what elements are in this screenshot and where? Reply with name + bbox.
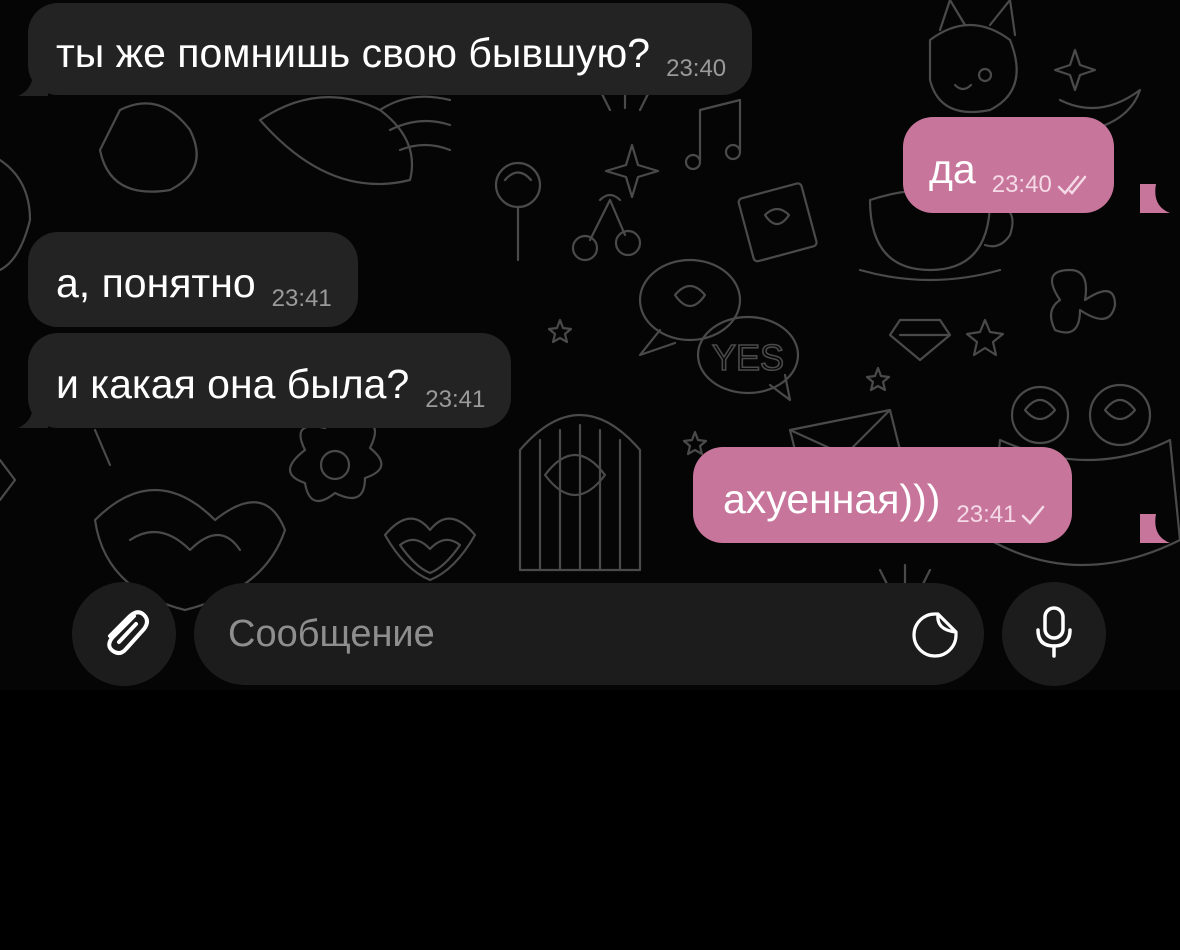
message-time: 23:40 bbox=[991, 171, 1052, 198]
bubble-tail bbox=[1140, 514, 1170, 543]
message-time: 23:41 bbox=[271, 285, 332, 312]
microphone-icon bbox=[1029, 602, 1079, 667]
double-check-icon bbox=[1056, 173, 1088, 197]
message-composer bbox=[0, 580, 1180, 690]
message-text: и какая она была? bbox=[56, 361, 410, 407]
microphone-button[interactable] bbox=[1002, 582, 1106, 686]
message-bubble-incoming[interactable]: а, понятно 23:41 bbox=[28, 232, 358, 327]
paperclip-icon bbox=[94, 602, 154, 667]
message-input[interactable] bbox=[226, 603, 880, 665]
message-text: ахуенная))) bbox=[723, 476, 941, 522]
message-text: да bbox=[929, 146, 976, 192]
bottom-empty-area bbox=[0, 690, 1180, 950]
message-bubble-incoming[interactable]: и какая она была? 23:41 bbox=[28, 333, 512, 428]
message-meta: 23:41 bbox=[272, 287, 332, 311]
message-text: ты же помнишь свою бывшую? bbox=[56, 30, 651, 76]
attach-button[interactable] bbox=[72, 582, 176, 686]
sticker-icon[interactable] bbox=[910, 610, 960, 660]
message-meta: 23:40 bbox=[666, 57, 726, 81]
message-meta: 23:40 bbox=[992, 173, 1088, 197]
check-icon bbox=[1020, 503, 1046, 527]
bubble-tail bbox=[18, 398, 48, 428]
bubble-tail bbox=[18, 66, 48, 96]
message-text: а, понятно bbox=[56, 260, 256, 306]
message-time: 23:40 bbox=[666, 55, 727, 82]
message-time: 23:41 bbox=[425, 386, 486, 413]
message-meta: 23:41 bbox=[956, 503, 1046, 527]
message-bubble-outgoing[interactable]: ахуенная))) 23:41 bbox=[693, 447, 1073, 543]
chat-screen: YES ты же помнишь свою бывшую? 23:40 да … bbox=[0, 0, 1180, 950]
message-time: 23:41 bbox=[956, 501, 1017, 528]
message-bubble-incoming[interactable]: ты же помнишь свою бывшую? 23:40 bbox=[28, 3, 753, 95]
doodle-yes-text: YES bbox=[712, 337, 784, 378]
message-bubble-outgoing[interactable]: да 23:40 bbox=[903, 117, 1114, 213]
bubble-tail bbox=[1140, 184, 1170, 213]
message-meta: 23:41 bbox=[425, 388, 485, 412]
message-field[interactable] bbox=[194, 583, 984, 685]
